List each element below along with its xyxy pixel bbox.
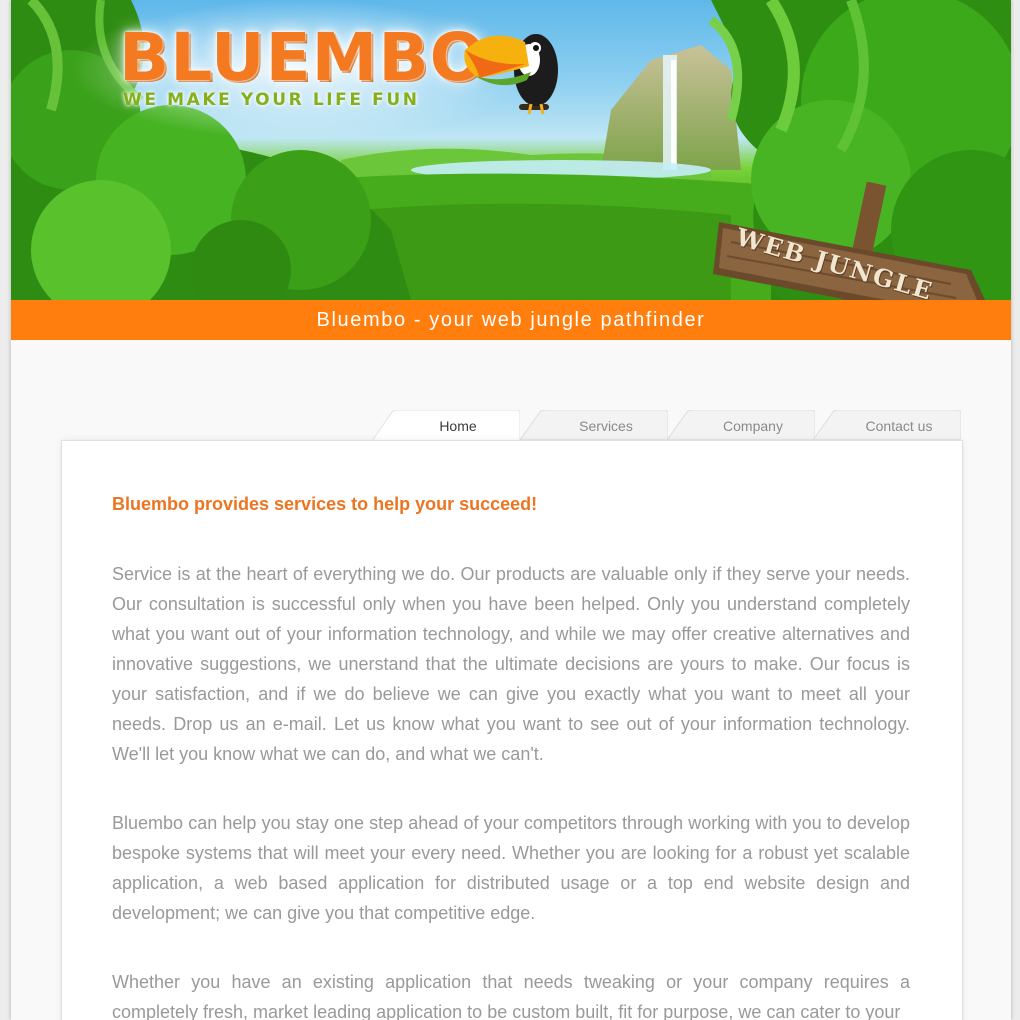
paragraph-existing-application: Whether you have an existing application… [112, 972, 910, 1020]
tab-contact-us[interactable]: Contact us [813, 410, 961, 440]
tab-services-label: Services [579, 418, 633, 434]
paragraph-competitors: Bluembo can help you stay one step ahead… [112, 813, 910, 923]
logo-tagline: WE MAKE YOUR LIFE FUN [123, 90, 420, 110]
tab-contact-us-label: Contact us [865, 418, 933, 434]
page-heading: Bluembo provides services to help your s… [112, 494, 538, 514]
logo-wordmark[interactable]: BLUEMBO [119, 22, 487, 94]
page: BLUEMBO WE MAKE YOUR LIFE FUN WEB JUNGLE [11, 0, 1011, 1020]
paragraph-service: Service is at the heart of everything we… [112, 564, 910, 764]
tab-company-label: Company [723, 418, 783, 434]
toucan-icon [464, 34, 558, 115]
tab-home-label: Home [439, 418, 477, 434]
tab-services[interactable]: Services [520, 410, 668, 440]
tab-home[interactable]: Home [372, 410, 520, 441]
tab-company[interactable]: Company [667, 410, 815, 440]
header-banner: BLUEMBO WE MAKE YOUR LIFE FUN WEB JUNGLE [11, 0, 1011, 300]
slogan-text: Bluembo - your web jungle pathfinder [316, 309, 706, 331]
